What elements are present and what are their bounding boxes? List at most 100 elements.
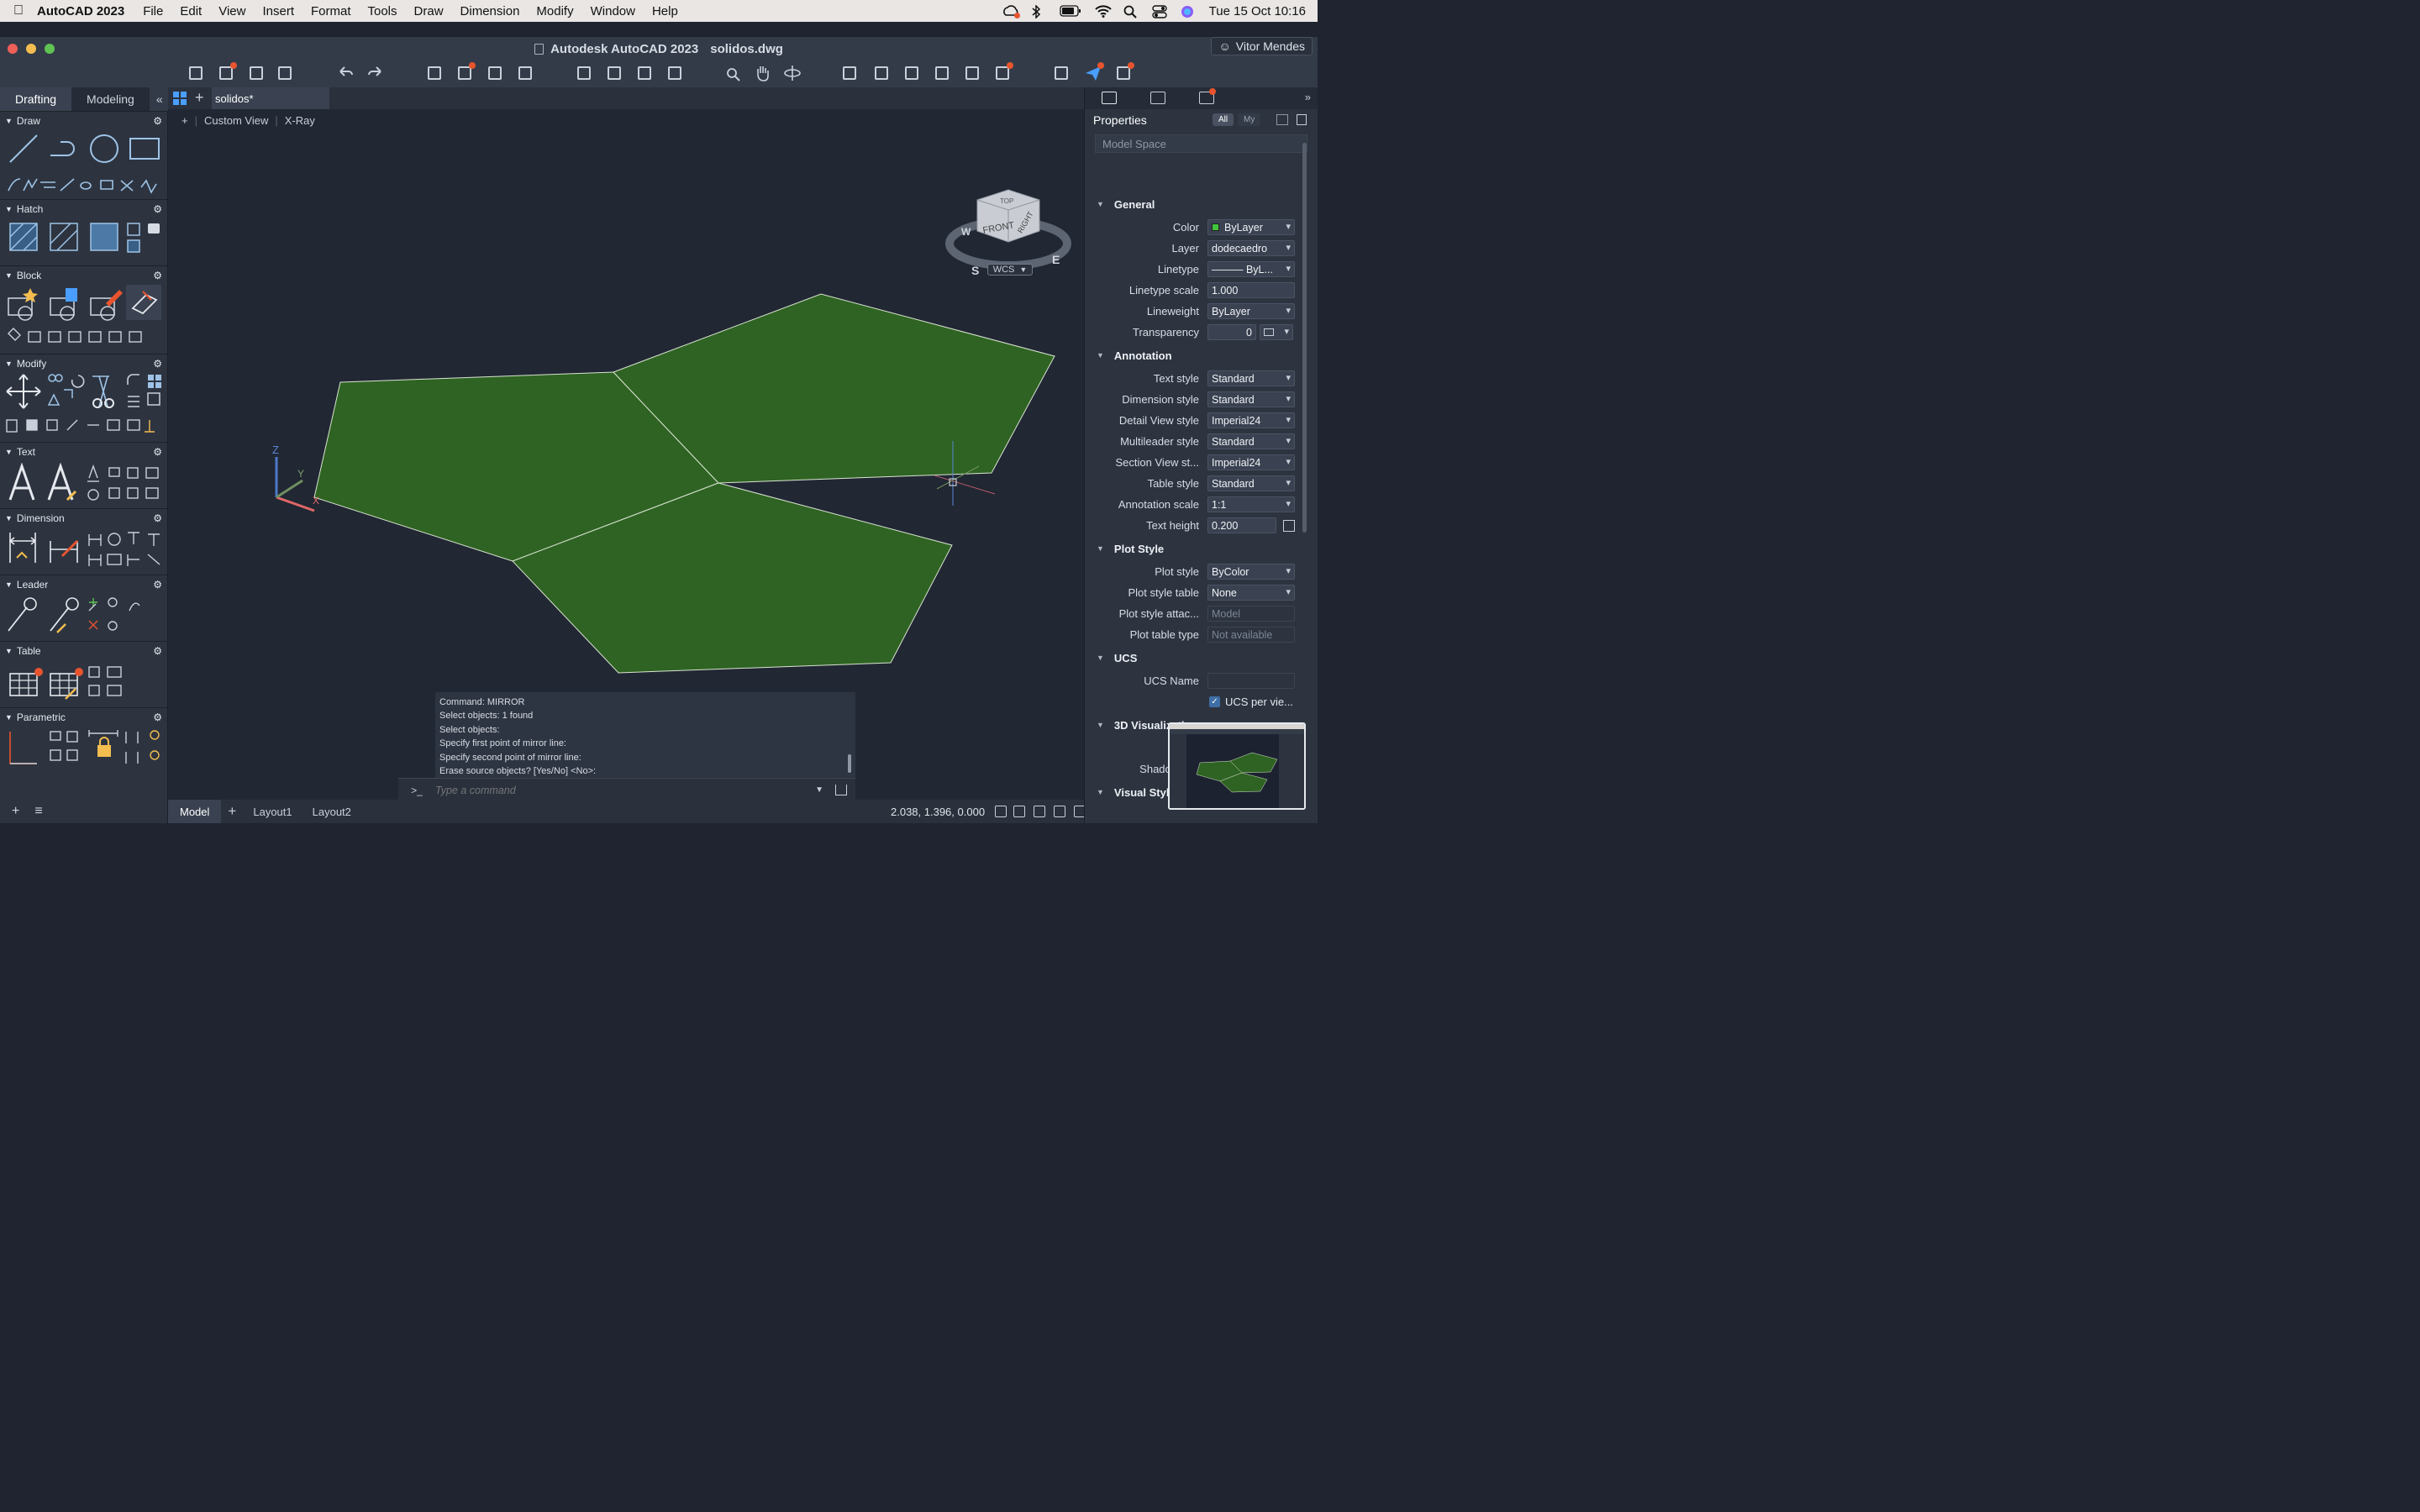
snap-toggle-icon[interactable] [1013,806,1025,817]
section-header-leader[interactable]: ▼ Leader ⚙ [0,575,167,594]
group-plot-style[interactable]: ▼ Plot Style [1085,536,1305,561]
tab-drafting[interactable]: Drafting [0,87,72,111]
modify-tool-icons[interactable] [5,373,166,440]
leader-tool-icons[interactable] [7,596,166,639]
app-menu[interactable]: AutoCAD 2023 [37,4,124,18]
section-header-hatch[interactable]: ▼ Hatch ⚙ [0,200,167,218]
close-window-button[interactable] [8,44,18,54]
block-tool-icons[interactable] [7,285,166,352]
text-height-field[interactable]: 0.200 [1207,517,1276,533]
section-header-modify[interactable]: ▼ Modify ⚙ [0,354,167,373]
transparency-dropdown[interactable] [1260,324,1293,340]
linetype-dropdown[interactable]: ——— ByL... [1207,261,1295,277]
layout-tab-layout1[interactable]: Layout1 [243,800,302,823]
filter-all-button[interactable]: All [1213,113,1234,126]
select-objects-icon[interactable] [1297,114,1307,125]
detail-view-style-dropdown[interactable]: Imperial24 [1207,412,1295,428]
redo-button[interactable] [366,64,385,82]
draw-tool-icons[interactable] [7,132,166,197]
section-header-dimension[interactable]: ▼ Dimension ⚙ [0,509,167,528]
section-header-block[interactable]: ▼ Block ⚙ [0,266,167,285]
quick-select-icon[interactable] [1276,114,1288,125]
plot-button[interactable] [425,64,444,82]
minimize-window-button[interactable] [26,44,36,54]
control-center-icon[interactable] [1151,5,1167,18]
menu-insert[interactable]: Insert [262,4,294,18]
gear-icon[interactable]: ⚙ [153,446,162,458]
dimension-style-dropdown[interactable]: Standard [1207,391,1295,407]
save-button[interactable] [247,64,266,82]
command-share-icon[interactable] [835,785,847,795]
command-input[interactable] [435,784,816,796]
command-prompt-button[interactable]: >_ [398,785,435,796]
add-palette-icon[interactable]: + [12,804,19,819]
group-general[interactable]: ▼ General [1085,192,1305,217]
menu-tools[interactable]: Tools [368,4,397,18]
battery-icon[interactable] [1059,5,1081,17]
page-setup-button[interactable] [516,64,534,82]
polar-toggle-icon[interactable] [1054,806,1065,817]
ucs-name-field[interactable] [1207,673,1295,689]
transparency-field[interactable]: 0 [1207,324,1256,340]
creative-cloud-icon[interactable] [1002,5,1020,18]
group-ucs[interactable]: ▼ UCS [1085,645,1305,670]
gear-icon[interactable]: ⚙ [153,512,162,524]
table-tool-icons[interactable] [7,662,166,706]
color-dropdown[interactable]: ByLayer [1207,219,1295,235]
filter-my-button[interactable]: My [1238,113,1261,126]
etransmit-button[interactable] [666,64,684,82]
menu-draw[interactable]: Draw [414,4,444,18]
attach-button[interactable] [993,62,1013,82]
send-button[interactable] [1084,62,1104,82]
start-tab-grid-icon[interactable] [173,92,187,105]
match-properties-button[interactable] [872,64,891,82]
text-tool-icons[interactable] [7,463,166,507]
properties-scrollbar[interactable] [1302,143,1307,533]
command-history-scrollbar[interactable] [848,754,851,773]
drawing-tab-solidos[interactable]: solidos* [212,87,329,109]
section-header-parametric[interactable]: ▼ Parametric ⚙ [0,708,167,727]
export-button[interactable] [605,64,623,82]
batch-plot-button[interactable] [455,62,476,82]
tab-modeling[interactable]: Modeling [71,87,150,111]
plot-style-table-dropdown[interactable]: None [1207,585,1295,601]
compare-button[interactable] [1052,64,1071,82]
open-file-button[interactable] [217,62,237,82]
collapse-palette-button[interactable]: « [149,87,170,111]
new-drawing-tab-button[interactable]: + [195,89,204,107]
palette-menu-icon[interactable]: ≡ [34,804,42,819]
gear-icon[interactable]: ⚙ [153,711,162,723]
section-view-style-dropdown[interactable]: Imperial24 [1207,454,1295,470]
siri-icon[interactable] [1181,5,1196,18]
lineweight-dropdown[interactable]: ByLayer [1207,303,1295,319]
annotation-scale-dropdown[interactable]: 1:1 [1207,496,1295,512]
undo-button[interactable] [336,64,355,82]
menu-modify[interactable]: Modify [536,4,573,18]
table-style-dropdown[interactable]: Standard [1207,475,1295,491]
menu-file[interactable]: File [143,4,163,18]
selection-scope-dropdown[interactable]: Model Space [1095,134,1307,153]
menu-help[interactable]: Help [652,4,678,18]
hatch-tool-icons[interactable] [8,220,165,264]
user-account-button[interactable]: ☺ Vitor Mendes [1211,37,1313,55]
new-file-button[interactable] [187,64,205,82]
ucs-per-viewport-checkbox[interactable]: ✓ [1209,696,1220,707]
layout-tab-layout2[interactable]: Layout2 [302,800,361,823]
layout-tab-model[interactable]: Model [168,800,222,823]
model-viewport[interactable]: + | Custom View | X-Ray Z Y X TOP FRONT … [168,109,1084,800]
share-button[interactable] [635,64,654,82]
screenshot-thumbnail[interactable] [1168,722,1306,810]
add-layer-button[interactable] [902,64,921,82]
layer-state-button[interactable] [933,64,951,82]
save-as-button[interactable] [276,64,294,82]
section-header-text[interactable]: ▼ Text ⚙ [0,443,167,461]
parametric-tool-icons[interactable] [7,728,166,772]
publish-button[interactable] [486,64,504,82]
linetype-scale-field[interactable]: 1.000 [1207,282,1295,298]
expand-panel-icon[interactable]: » [1305,91,1311,103]
properties-tab-icon[interactable] [1102,92,1117,104]
wcs-menu-button[interactable]: WCS ▼ [987,264,1033,276]
menu-edit[interactable]: Edit [180,4,202,18]
grid-toggle-icon[interactable] [995,806,1007,817]
menu-window[interactable]: Window [591,4,635,18]
